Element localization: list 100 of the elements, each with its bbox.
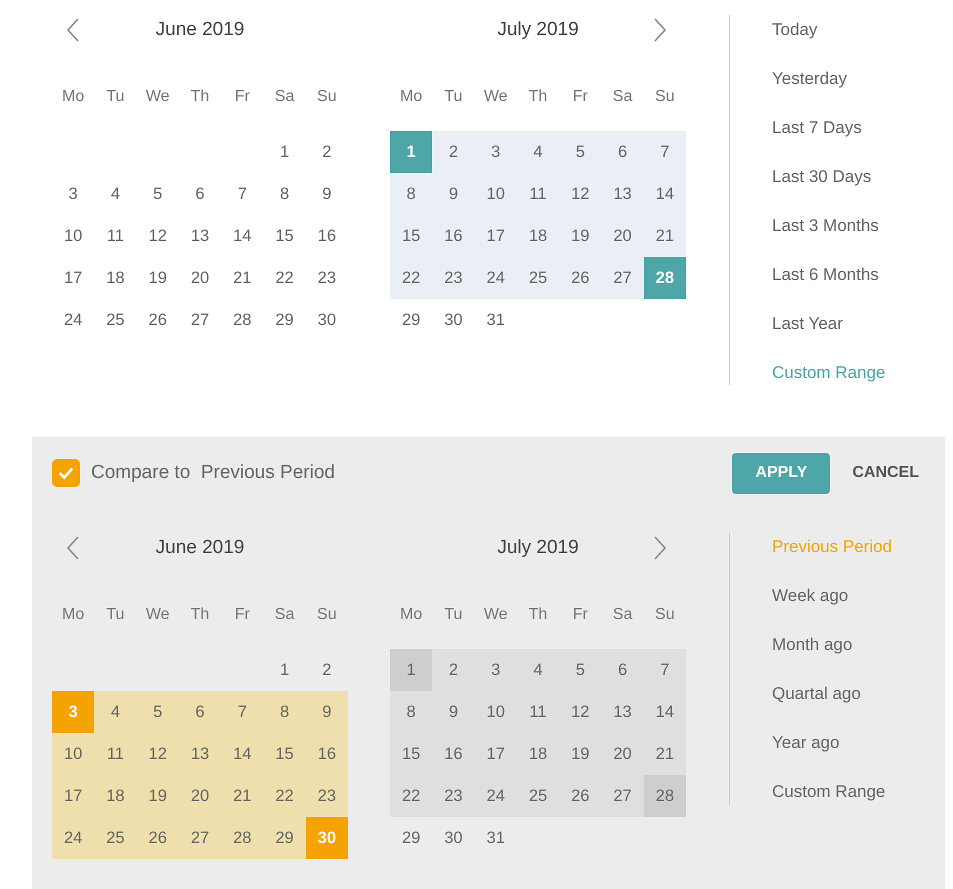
- calendar-day[interactable]: 22: [263, 775, 306, 817]
- calendar-day[interactable]: 11: [516, 691, 560, 733]
- calendar-day[interactable]: 2: [306, 649, 348, 691]
- calendar-day[interactable]: 23: [432, 257, 475, 299]
- calendar-day[interactable]: 10: [52, 215, 94, 257]
- calendar-day[interactable]: 7: [221, 691, 264, 733]
- preset-option[interactable]: Custom Range: [772, 767, 886, 816]
- preset-option[interactable]: Month ago: [772, 620, 852, 669]
- calendar-day[interactable]: 18: [516, 215, 560, 257]
- calendar-day[interactable]: 20: [601, 215, 644, 257]
- calendar-day[interactable]: 16: [306, 733, 348, 775]
- calendar-day[interactable]: 13: [601, 691, 644, 733]
- calendar-day[interactable]: 1: [390, 131, 432, 173]
- calendar-day[interactable]: 21: [221, 775, 264, 817]
- calendar-day[interactable]: 8: [263, 691, 306, 733]
- calendar-day[interactable]: 29: [263, 299, 306, 341]
- calendar-day[interactable]: 15: [263, 215, 306, 257]
- calendar-day[interactable]: 30: [306, 299, 348, 341]
- calendar-day[interactable]: 19: [136, 775, 179, 817]
- calendar-day[interactable]: 21: [221, 257, 264, 299]
- calendar-day[interactable]: 5: [136, 173, 179, 215]
- calendar-day[interactable]: 14: [644, 691, 686, 733]
- preset-option[interactable]: Last 30 Days: [772, 152, 872, 201]
- calendar-day[interactable]: 6: [601, 649, 644, 691]
- calendar-day[interactable]: 20: [178, 257, 222, 299]
- calendar-day[interactable]: 5: [136, 691, 179, 733]
- calendar-day[interactable]: 3: [52, 173, 94, 215]
- calendar-day[interactable]: 4: [94, 691, 137, 733]
- preset-option[interactable]: Week ago: [772, 571, 848, 620]
- calendar-day[interactable]: 28: [644, 775, 686, 817]
- calendar-day[interactable]: 5: [559, 649, 602, 691]
- calendar-day[interactable]: 1: [263, 131, 306, 173]
- calendar-day[interactable]: 26: [559, 775, 602, 817]
- calendar-day[interactable]: 21: [644, 733, 686, 775]
- calendar-day[interactable]: 7: [644, 649, 686, 691]
- calendar-day[interactable]: 19: [136, 257, 179, 299]
- calendar-day[interactable]: 1: [390, 649, 432, 691]
- calendar-day[interactable]: 18: [516, 733, 560, 775]
- calendar-day[interactable]: 17: [52, 775, 94, 817]
- calendar-day[interactable]: 8: [263, 173, 306, 215]
- calendar-day[interactable]: 28: [644, 257, 686, 299]
- calendar-day[interactable]: 31: [474, 817, 517, 859]
- calendar-day[interactable]: 13: [178, 215, 222, 257]
- calendar-day[interactable]: 4: [94, 173, 137, 215]
- calendar-day[interactable]: 16: [432, 215, 475, 257]
- calendar-day[interactable]: 8: [390, 691, 432, 733]
- calendar-day[interactable]: 28: [221, 817, 264, 859]
- calendar-day[interactable]: 9: [432, 691, 475, 733]
- calendar-day[interactable]: 29: [390, 817, 432, 859]
- preset-option[interactable]: Last 6 Months: [772, 250, 879, 299]
- calendar-day[interactable]: 20: [601, 733, 644, 775]
- calendar-day[interactable]: 10: [474, 691, 517, 733]
- calendar-day[interactable]: 24: [52, 299, 94, 341]
- calendar-day[interactable]: 24: [474, 257, 517, 299]
- preset-option[interactable]: Year ago: [772, 718, 840, 767]
- calendar-day[interactable]: 25: [94, 817, 137, 859]
- calendar-day[interactable]: 9: [306, 691, 348, 733]
- calendar-day[interactable]: 23: [432, 775, 475, 817]
- calendar-day[interactable]: 11: [516, 173, 560, 215]
- calendar-day[interactable]: 26: [559, 257, 602, 299]
- calendar-day[interactable]: 16: [306, 215, 348, 257]
- calendar-day[interactable]: 4: [516, 131, 560, 173]
- calendar-day[interactable]: 17: [52, 257, 94, 299]
- calendar-day[interactable]: 2: [306, 131, 348, 173]
- calendar-day[interactable]: 2: [432, 649, 475, 691]
- calendar-day[interactable]: 9: [432, 173, 475, 215]
- apply-button[interactable]: APPLY: [732, 452, 830, 494]
- checkbox[interactable]: [52, 459, 80, 487]
- calendar-day[interactable]: 17: [474, 733, 517, 775]
- calendar-day[interactable]: 29: [390, 299, 432, 341]
- calendar-day[interactable]: 23: [306, 257, 348, 299]
- preset-option[interactable]: Last 3 Months: [772, 201, 879, 250]
- calendar-day[interactable]: 5: [559, 131, 602, 173]
- calendar-day[interactable]: 11: [94, 215, 137, 257]
- calendar-day[interactable]: 10: [52, 733, 94, 775]
- calendar-day[interactable]: 28: [221, 299, 264, 341]
- calendar-day[interactable]: 3: [474, 131, 517, 173]
- calendar-day[interactable]: 18: [94, 257, 137, 299]
- calendar-day[interactable]: 22: [390, 775, 432, 817]
- calendar-day[interactable]: 27: [601, 775, 644, 817]
- calendar-day[interactable]: 15: [263, 733, 306, 775]
- calendar-day[interactable]: 7: [644, 131, 686, 173]
- calendar-day[interactable]: 4: [516, 649, 560, 691]
- calendar-day[interactable]: 6: [178, 691, 222, 733]
- calendar-day[interactable]: 3: [474, 649, 517, 691]
- preset-option[interactable]: Last Year: [772, 299, 843, 348]
- calendar-day[interactable]: 22: [263, 257, 306, 299]
- preset-option[interactable]: Custom Range: [772, 348, 886, 397]
- calendar-day[interactable]: 18: [94, 775, 137, 817]
- calendar-day[interactable]: 14: [221, 733, 264, 775]
- calendar-day[interactable]: 21: [644, 215, 686, 257]
- calendar-day[interactable]: 24: [474, 775, 517, 817]
- cancel-button[interactable]: CANCEL: [852, 461, 919, 485]
- calendar-day[interactable]: 12: [559, 173, 602, 215]
- calendar-day[interactable]: 15: [390, 733, 432, 775]
- calendar-day[interactable]: 2: [432, 131, 475, 173]
- calendar-day[interactable]: 6: [601, 131, 644, 173]
- calendar-day[interactable]: 30: [432, 299, 475, 341]
- calendar-day[interactable]: 16: [432, 733, 475, 775]
- calendar-day[interactable]: 9: [306, 173, 348, 215]
